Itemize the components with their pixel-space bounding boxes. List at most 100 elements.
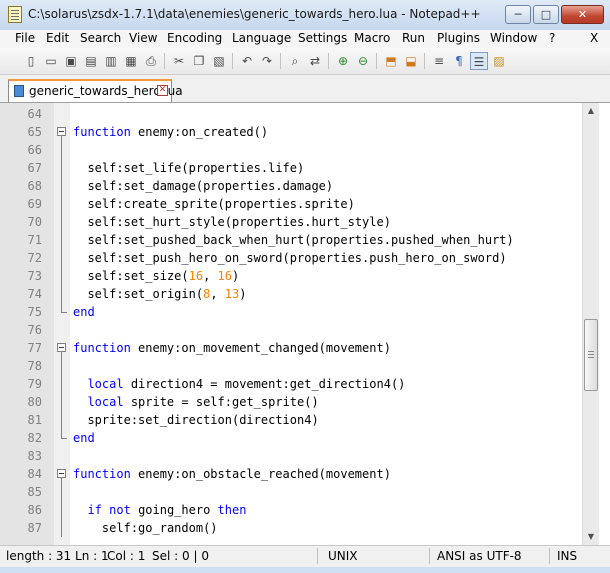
code-line[interactable]: 67 self:set_life(properties.life) (0, 159, 582, 177)
copy-icon[interactable]: ❐ (190, 52, 208, 70)
zoom-out-icon[interactable]: ⊖ (354, 52, 372, 70)
status-insert-mode[interactable]: INS (557, 549, 577, 563)
fold-toggle-icon[interactable] (57, 127, 66, 136)
find-icon[interactable]: ⌕ (286, 52, 304, 70)
window-title: C:\solarus\zsdx-1.7.1\data\enemies\gener… (28, 7, 481, 21)
print-icon[interactable]: ⎙ (142, 52, 160, 70)
code-line[interactable]: 79 local direction4 = movement:get_direc… (0, 375, 582, 393)
vertical-scrollbar[interactable]: ▲ ▼ (582, 103, 599, 545)
line-number: 67 (27, 161, 42, 175)
status-bar: length : 31 Ln : 1 Col : 1 Sel : 0 | 0 U… (0, 545, 610, 567)
zoom-in-icon[interactable]: ⊕ (334, 52, 352, 70)
code-line[interactable]: 86 if not going_hero then (0, 501, 582, 519)
menu-macro[interactable]: Macro (354, 31, 390, 45)
maximize-button[interactable]: □ (533, 5, 559, 24)
doc-map-icon[interactable]: ▨ (490, 52, 508, 70)
code-line[interactable]: 75 end (0, 303, 582, 321)
menu-window[interactable]: Window (490, 31, 537, 45)
open-file-icon[interactable]: ▭ (42, 52, 60, 70)
menu-plugins[interactable]: Plugins (437, 31, 480, 45)
code-text: self:set_pushed_back_when_hurt(propertie… (87, 233, 514, 247)
fold-guide-line (61, 352, 62, 438)
menu-encoding[interactable]: Encoding (167, 31, 222, 45)
status-encoding[interactable]: ANSI as UTF-8 (437, 549, 522, 563)
code-line[interactable]: 65 function enemy:on_created() (0, 123, 582, 141)
minimize-button[interactable]: ─ (505, 5, 531, 24)
show-all-chars-icon[interactable]: ¶ (450, 52, 468, 70)
menu-run[interactable]: Run (402, 31, 425, 45)
menu-search[interactable]: Search (80, 31, 121, 45)
code-line[interactable]: 85 (0, 483, 582, 501)
code-line[interactable]: 72 self:set_push_hero_on_sword(propertie… (0, 249, 582, 267)
code-line[interactable]: 78 (0, 357, 582, 375)
line-number: 84 (27, 467, 42, 481)
code-text: end (73, 431, 95, 445)
code-text: if not going_hero then (87, 503, 247, 517)
code-line[interactable]: 71 self:set_pushed_back_when_hurt(proper… (0, 231, 582, 249)
window-bottom-frame (0, 567, 610, 573)
code-text: local direction4 = movement:get_directio… (87, 377, 406, 391)
scroll-up-arrow-icon[interactable]: ▲ (583, 103, 599, 119)
status-eol-format[interactable]: UNIX (328, 549, 358, 563)
new-file-icon[interactable]: ▯ (22, 52, 40, 70)
indent-guide-icon[interactable]: ☰ (470, 52, 488, 70)
menu-help[interactable]: ? (549, 31, 555, 45)
code-line[interactable]: 74 self:set_origin(8, 13) (0, 285, 582, 303)
close-all-icon[interactable]: ▦ (122, 52, 140, 70)
close-window-button[interactable]: ✕ (561, 5, 604, 24)
scrollbar-thumb[interactable] (584, 319, 598, 391)
line-number: 71 (27, 233, 42, 247)
close-icon[interactable]: ▥ (102, 52, 120, 70)
code-line[interactable]: 84 function enemy:on_obstacle_reached(mov… (0, 465, 582, 483)
replace-icon[interactable]: ⇄ (306, 52, 324, 70)
undo-icon[interactable]: ↶ (238, 52, 256, 70)
code-line[interactable]: 64 (0, 105, 582, 123)
cut-icon[interactable]: ✂ (170, 52, 188, 70)
line-number: 69 (27, 197, 42, 211)
toolbar-separator (328, 53, 329, 69)
code-line[interactable]: 87 self:go_random() (0, 519, 582, 537)
code-line[interactable]: 70 self:set_hurt_style(properties.hurt_s… (0, 213, 582, 231)
code-line[interactable]: 80 local sprite = self:get_sprite() (0, 393, 582, 411)
code-line[interactable]: 69 self:create_sprite(properties.sprite) (0, 195, 582, 213)
fold-end-marker (61, 438, 67, 439)
redo-icon[interactable]: ↷ (258, 52, 276, 70)
close-document-button[interactable]: X (590, 31, 598, 45)
scroll-down-arrow-icon[interactable]: ▼ (583, 529, 599, 545)
sync-vertical-icon[interactable]: ⬒ (382, 52, 400, 70)
code-text: end (73, 305, 95, 319)
word-wrap-icon[interactable]: ≡ (430, 52, 448, 70)
menu-edit[interactable]: Edit (46, 31, 69, 45)
tab-generic-towards-hero[interactable]: generic_towards_hero.lua ✕ (8, 79, 183, 102)
line-number: 81 (27, 413, 42, 427)
menu-view[interactable]: View (129, 31, 157, 45)
menu-file[interactable]: File (15, 31, 35, 45)
fold-toggle-icon[interactable] (57, 469, 66, 478)
fold-toggle-icon[interactable] (57, 343, 66, 352)
code-text: self:set_hurt_style(properties.hurt_styl… (87, 215, 391, 229)
tab-close-icon[interactable]: ✕ (157, 85, 168, 96)
code-line[interactable]: 66 (0, 141, 582, 159)
line-number: 76 (27, 323, 42, 337)
line-number: 66 (27, 143, 42, 157)
save-icon[interactable]: ▣ (62, 52, 80, 70)
title-bar: C:\solarus\zsdx-1.7.1\data\enemies\gener… (0, 0, 610, 30)
status-column: Col : 1 (107, 549, 146, 563)
paste-icon[interactable]: ▧ (210, 52, 228, 70)
code-line[interactable]: 83 (0, 447, 582, 465)
toolbar: ▯ ▭ ▣ ▤ ▥ ▦ ⎙ ✂ ❐ ▧ ↶ ↷ ⌕ ⇄ ⊕ ⊖ ⬒ ⬓ ≡ ¶ … (0, 48, 610, 75)
code-line[interactable]: 77 function enemy:on_movement_changed(mov… (0, 339, 582, 357)
sync-horizontal-icon[interactable]: ⬓ (402, 52, 420, 70)
code-editor[interactable]: 64 65 function enemy:on_created() 66 67 self… (0, 102, 610, 545)
menu-settings[interactable]: Settings (298, 31, 347, 45)
code-line[interactable]: 68 self:set_damage(properties.damage) (0, 177, 582, 195)
code-line[interactable]: 76 (0, 321, 582, 339)
code-line[interactable]: 81 sprite:set_direction(direction4) (0, 411, 582, 429)
line-number: 77 (27, 341, 42, 355)
menu-language[interactable]: Language (232, 31, 291, 45)
line-number: 82 (27, 431, 42, 445)
code-line[interactable]: 73 self:set_size(16, 16) (0, 267, 582, 285)
code-line[interactable]: 82 end (0, 429, 582, 447)
save-all-icon[interactable]: ▤ (82, 52, 100, 70)
toolbar-separator (232, 53, 233, 69)
